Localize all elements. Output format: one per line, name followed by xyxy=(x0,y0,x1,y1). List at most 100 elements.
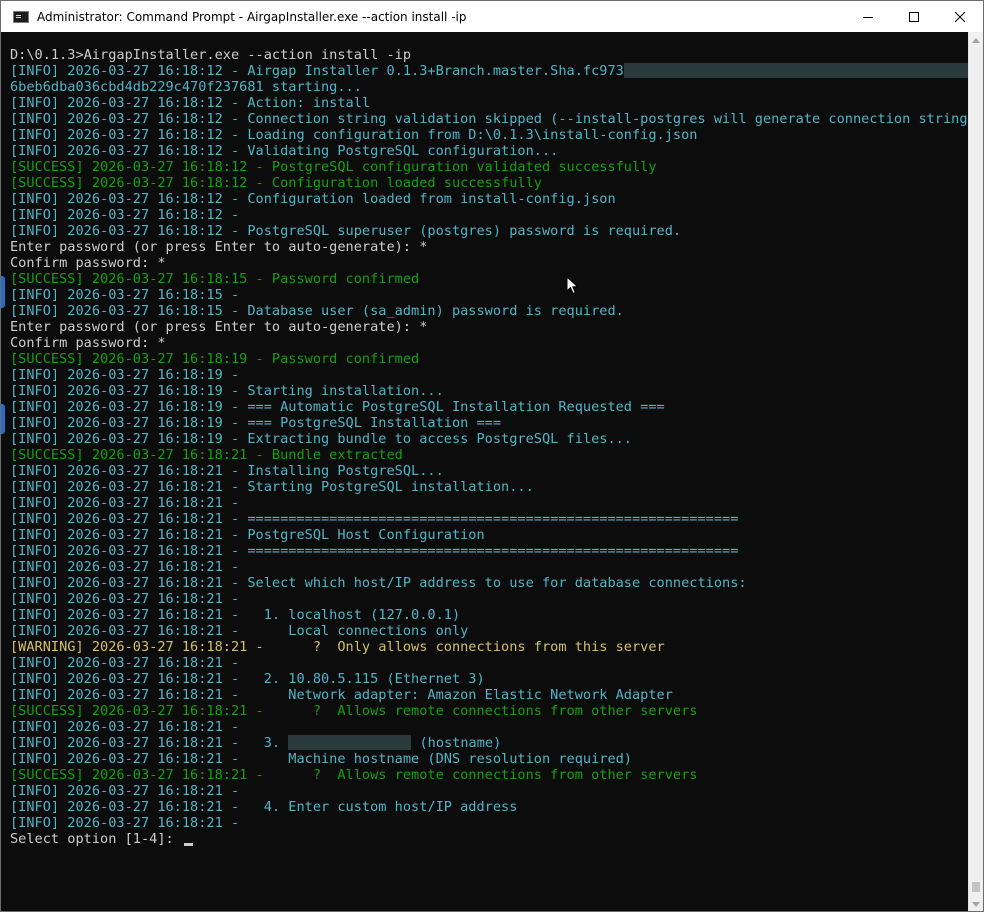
console-line-info: [INFO] 2026-03-27 16:18:12 - Action: ins… xyxy=(10,95,969,111)
console-line-text: [INFO] 2026-03-27 16:18:19 - Extracting … xyxy=(10,431,632,447)
scroll-down-button[interactable] xyxy=(969,896,983,911)
console-line-info: 6beb6dba036cbd4db229c470f237681 starting… xyxy=(10,79,969,95)
console-line-text: [INFO] 2026-03-27 16:18:21 - Network ada… xyxy=(10,687,673,703)
console-line-text: [INFO] 2026-03-27 16:18:21 - ===========… xyxy=(10,543,739,559)
console-line-text: [INFO] 2026-03-27 16:18:21 - xyxy=(10,591,240,607)
console-line-text: Select option [1-4]: xyxy=(10,831,182,847)
console-line-info: [INFO] 2026-03-27 16:18:21 - xyxy=(10,559,969,575)
console-line-info: [INFO] 2026-03-27 16:18:21 - Network ada… xyxy=(10,687,969,703)
console-line-info: [INFO] 2026-03-27 16:18:12 - PostgreSQL … xyxy=(10,223,969,239)
console-line-info: [INFO] 2026-03-27 16:18:21 - 3. (hostnam… xyxy=(10,735,969,751)
console-line-info: [INFO] 2026-03-27 16:18:12 - xyxy=(10,207,969,223)
console-line-text: [INFO] 2026-03-27 16:18:21 - Installing … xyxy=(10,463,444,479)
scroll-up-button[interactable] xyxy=(969,32,983,48)
console-line-info: [INFO] 2026-03-27 16:18:15 - Database us… xyxy=(10,303,969,319)
console-line-text: [INFO] 2026-03-27 16:18:21 - ===========… xyxy=(10,511,739,527)
console-line-info: [INFO] 2026-03-27 16:18:21 - PostgreSQL … xyxy=(10,527,969,543)
scroll-down-icon xyxy=(972,901,980,907)
cmd-icon[interactable] xyxy=(13,10,29,23)
maximize-button[interactable] xyxy=(891,1,937,32)
console-line-info: [INFO] 2026-03-27 16:18:21 - xyxy=(10,815,969,831)
scroll-thumb[interactable] xyxy=(972,882,980,892)
console-line-text: [INFO] 2026-03-27 16:18:12 - Connection … xyxy=(10,111,969,127)
console-line-text: [INFO] 2026-03-27 16:18:21 - Select whic… xyxy=(10,575,747,591)
redacted-block xyxy=(288,735,412,750)
console-line-info: [INFO] 2026-03-27 16:18:21 - Local conne… xyxy=(10,623,969,639)
console-line-info: [INFO] 2026-03-27 16:18:19 - Starting in… xyxy=(10,383,969,399)
console-line-text: [INFO] 2026-03-27 16:18:12 - Configurati… xyxy=(10,191,616,207)
console-line-success: [SUCCESS] 2026-03-27 16:18:21 - ? Allows… xyxy=(10,767,969,783)
console-line-text: [SUCCESS] 2026-03-27 16:18:12 - PostgreS… xyxy=(10,159,657,175)
console-line-text: [INFO] 2026-03-27 16:18:15 - Database us… xyxy=(10,303,624,319)
console-line-text: [INFO] 2026-03-27 16:18:12 - Action: ins… xyxy=(10,95,371,111)
console-line-text: [INFO] 2026-03-27 16:18:12 - PostgreSQL … xyxy=(10,223,682,239)
text-cursor xyxy=(183,843,193,846)
console-line-success: [SUCCESS] 2026-03-27 16:18:12 - PostgreS… xyxy=(10,159,969,175)
console-line-text: [INFO] 2026-03-27 16:18:12 - xyxy=(10,207,240,223)
console-line-success: [SUCCESS] 2026-03-27 16:18:15 - Password… xyxy=(10,271,969,287)
redacted-block xyxy=(623,63,969,78)
console-line-info: [INFO] 2026-03-27 16:18:21 - xyxy=(10,655,969,671)
console-line-info: [INFO] 2026-03-27 16:18:12 - Validating … xyxy=(10,143,969,159)
console-line-text: [INFO] 2026-03-27 16:18:19 - === Automat… xyxy=(10,399,665,415)
window-controls xyxy=(845,1,983,32)
console-line-text: [INFO] 2026-03-27 16:18:19 - === Postgre… xyxy=(10,415,502,431)
console-line-info: [INFO] 2026-03-27 16:18:21 - Installing … xyxy=(10,463,969,479)
console-line-text: [INFO] 2026-03-27 16:18:21 - 3. xyxy=(10,735,289,751)
console-line-info: [INFO] 2026-03-27 16:18:21 - xyxy=(10,783,969,799)
console-line-info: [INFO] 2026-03-27 16:18:21 - ===========… xyxy=(10,543,969,559)
console-line-plain: D:\0.1.3>AirgapInstaller.exe --action in… xyxy=(10,47,969,63)
console-line-text: [INFO] 2026-03-27 16:18:21 - Machine hos… xyxy=(10,751,632,767)
console-line-info: [INFO] 2026-03-27 16:18:21 - 1. localhos… xyxy=(10,607,969,623)
mouse-pointer-icon xyxy=(566,276,579,295)
console-line-text: [SUCCESS] 2026-03-27 16:18:19 - Password… xyxy=(10,351,420,367)
edge-marker xyxy=(1,276,5,308)
console-line-text: D:\0.1.3>AirgapInstaller.exe --action in… xyxy=(10,47,412,63)
console-line-info: [INFO] 2026-03-27 16:18:21 - Select whic… xyxy=(10,575,969,591)
console-line-info: [INFO] 2026-03-27 16:18:21 - Starting Po… xyxy=(10,479,969,495)
console-line-plain: Select option [1-4]: xyxy=(10,831,969,847)
console-line-text: [INFO] 2026-03-27 16:18:21 - Local conne… xyxy=(10,623,469,639)
console-line-text: [INFO] 2026-03-27 16:18:21 - 2. 10.80.5.… xyxy=(10,671,485,687)
minimize-button[interactable] xyxy=(845,1,891,32)
console-lines: D:\0.1.3>AirgapInstaller.exe --action in… xyxy=(10,47,969,847)
console-line-info: [INFO] 2026-03-27 16:18:21 - Machine hos… xyxy=(10,751,969,767)
vertical-scrollbar[interactable] xyxy=(968,32,983,911)
console-line-text: [INFO] 2026-03-27 16:18:21 - xyxy=(10,783,240,799)
console-line-text: [INFO] 2026-03-27 16:18:12 - Loading con… xyxy=(10,127,698,143)
console-line-text: [INFO] 2026-03-27 16:18:19 - xyxy=(10,367,240,383)
console-line-text: Enter password (or press Enter to auto-g… xyxy=(10,319,428,335)
console-line-text: [SUCCESS] 2026-03-27 16:18:12 - Configur… xyxy=(10,175,542,191)
console-line-text: [INFO] 2026-03-27 16:18:21 - xyxy=(10,719,240,735)
console-line-text: [WARNING] 2026-03-27 16:18:21 - ? Only a… xyxy=(10,639,665,655)
console-line-text: [SUCCESS] 2026-03-27 16:18:21 - ? Allows… xyxy=(10,767,698,783)
scroll-up-icon xyxy=(972,37,980,43)
console-line-plain: Confirm password: * xyxy=(10,335,969,351)
window-title: Administrator: Command Prompt - AirgapIn… xyxy=(37,9,467,24)
console-line-success: [SUCCESS] 2026-03-27 16:18:21 - Bundle e… xyxy=(10,447,969,463)
console-line-text: [INFO] 2026-03-27 16:18:21 - xyxy=(10,815,240,831)
console-line-info: [INFO] 2026-03-27 16:18:15 - xyxy=(10,287,969,303)
console-line-warning: [WARNING] 2026-03-27 16:18:21 - ? Only a… xyxy=(10,639,969,655)
console-line-text: Confirm password: * xyxy=(10,255,166,271)
console-line-text: [INFO] 2026-03-27 16:18:21 - xyxy=(10,655,240,671)
console-line-plain: Enter password (or press Enter to auto-g… xyxy=(10,239,969,255)
console-line-info: [INFO] 2026-03-27 16:18:19 - Extracting … xyxy=(10,431,969,447)
console-line-info: [INFO] 2026-03-27 16:18:12 - Connection … xyxy=(10,111,969,127)
console-line-text: [SUCCESS] 2026-03-27 16:18:21 - ? Allows… xyxy=(10,703,698,719)
console-output[interactable]: D:\0.1.3>AirgapInstaller.exe --action in… xyxy=(1,32,969,911)
console-line-text: [INFO] 2026-03-27 16:18:21 - xyxy=(10,559,240,575)
console-line-text: Enter password (or press Enter to auto-g… xyxy=(10,239,428,255)
console-line-info: [INFO] 2026-03-27 16:18:21 - xyxy=(10,495,969,511)
title-bar[interactable]: Administrator: Command Prompt - AirgapIn… xyxy=(1,1,983,32)
close-icon xyxy=(955,11,965,22)
console-line-plain: Enter password (or press Enter to auto-g… xyxy=(10,319,969,335)
console-line-text: [SUCCESS] 2026-03-27 16:18:15 - Password… xyxy=(10,271,420,287)
console-line-plain: Confirm password: * xyxy=(10,255,969,271)
close-button[interactable] xyxy=(937,1,983,32)
command-prompt-window: Administrator: Command Prompt - AirgapIn… xyxy=(0,0,984,912)
console-line-text-after: (hostname) xyxy=(411,735,502,751)
console-line-text: [INFO] 2026-03-27 16:18:12 - Validating … xyxy=(10,143,559,159)
console-line-info: [INFO] 2026-03-27 16:18:12 - Loading con… xyxy=(10,127,969,143)
console-line-info: [INFO] 2026-03-27 16:18:21 - xyxy=(10,591,969,607)
